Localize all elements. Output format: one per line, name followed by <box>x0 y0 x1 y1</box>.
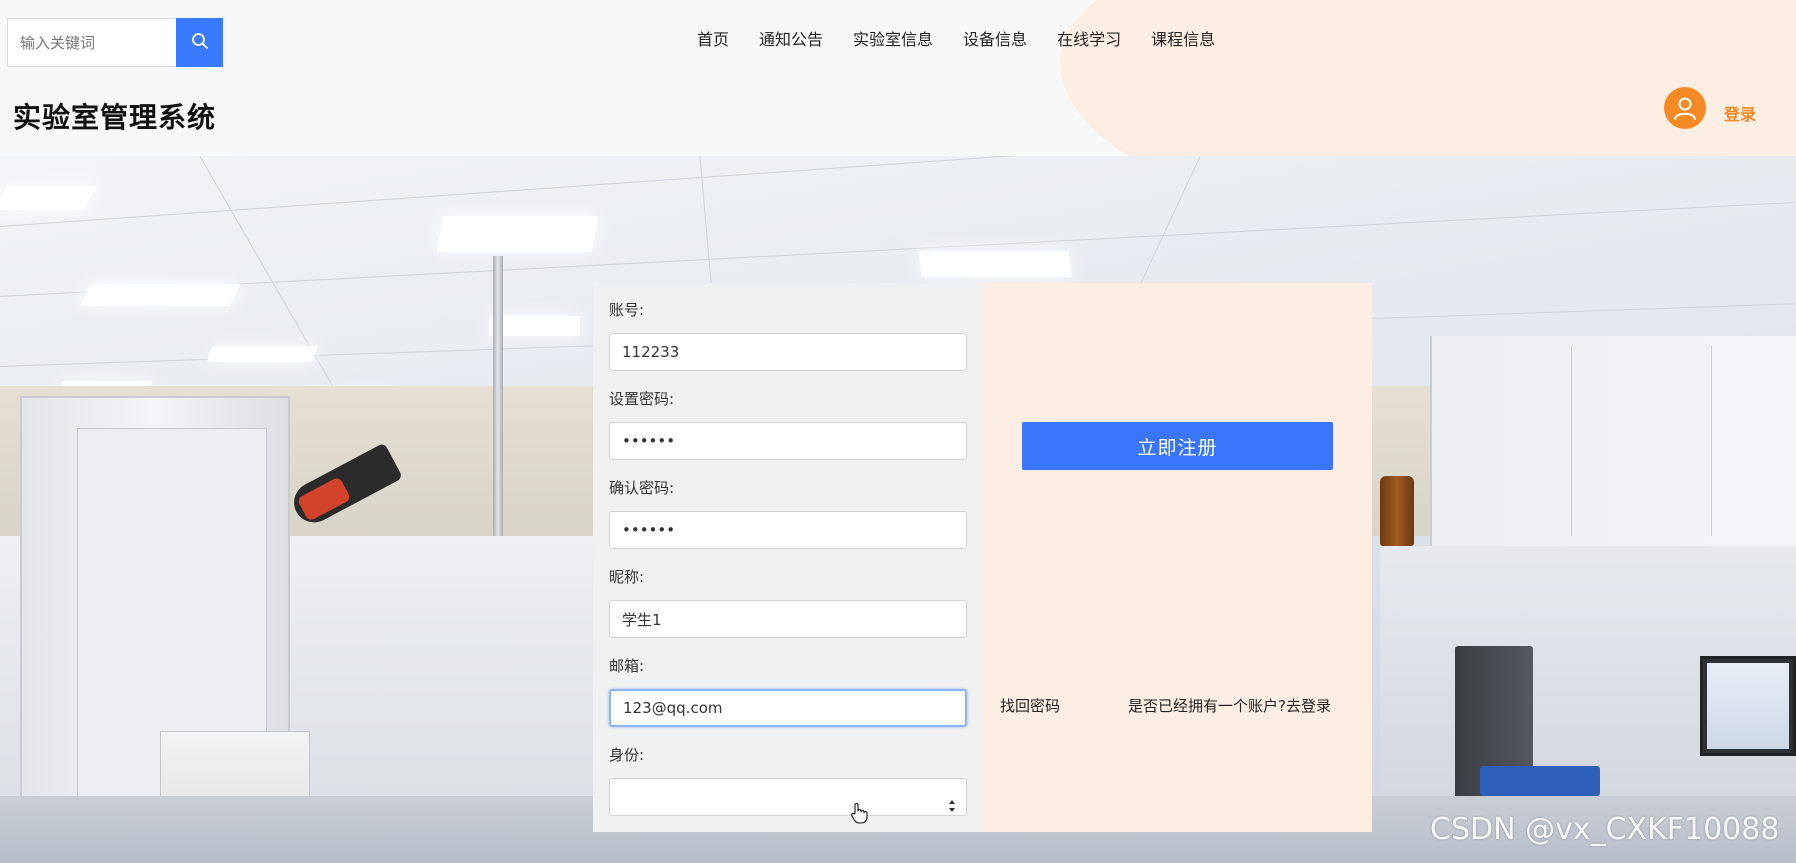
search-input[interactable] <box>7 18 176 67</box>
cabinet-door <box>1712 346 1796 536</box>
nickname-label: 昵称: <box>609 568 645 586</box>
register-form: 账号: 设置密码: 确认密码: 昵称: 邮箱: 身份: <box>593 283 983 832</box>
forgot-password-link[interactable]: 找回密码 <box>1000 695 1060 716</box>
ceiling-light <box>79 284 241 306</box>
cabinet-door <box>1432 346 1572 536</box>
role-label: 身份: <box>609 746 645 764</box>
password-input[interactable] <box>609 422 967 460</box>
search-box <box>7 18 223 67</box>
search-button[interactable] <box>176 18 223 67</box>
register-actions: 立即注册 找回密码 是否已经拥有一个账户?去登录 <box>983 283 1372 832</box>
monitor-screen <box>1707 663 1789 749</box>
email-label: 邮箱: <box>609 657 645 675</box>
email-input[interactable] <box>609 689 967 727</box>
nav-item-lab-info[interactable]: 实验室信息 <box>853 26 933 50</box>
ceiling-light <box>207 346 318 362</box>
ceiling-light <box>918 251 1072 277</box>
register-panel: 账号: 设置密码: 确认密码: 昵称: 邮箱: 身份: <box>593 283 1372 832</box>
login-link[interactable]: 登录 <box>1724 101 1756 125</box>
lab-device <box>1480 766 1600 796</box>
password-label: 设置密码: <box>609 390 675 408</box>
user-avatar-icon[interactable] <box>1664 87 1706 129</box>
hand-cursor-icon <box>850 801 868 837</box>
nav-item-notices[interactable]: 通知公告 <box>759 26 823 50</box>
wall-cabinets <box>1430 336 1796 546</box>
watermark: CSDN @vx_CXKF10088 <box>1430 812 1780 847</box>
site-title: 实验室管理系统 <box>13 101 217 134</box>
reagent-bottle <box>1380 476 1414 546</box>
go-login-link[interactable]: 是否已经拥有一个账户?去登录 <box>1128 695 1331 716</box>
nav-item-online-learning[interactable]: 在线学习 <box>1057 26 1121 50</box>
confirm-password-label: 确认密码: <box>609 479 675 497</box>
role-select[interactable] <box>609 778 967 824</box>
account-input[interactable] <box>609 333 967 371</box>
nav-item-equipment-info[interactable]: 设备信息 <box>963 26 1027 50</box>
main-nav: 首页 通知公告 实验室信息 设备信息 在线学习 课程信息 <box>697 26 1245 50</box>
nav-item-home[interactable]: 首页 <box>697 26 729 50</box>
select-arrows-icon <box>948 790 956 812</box>
ceiling-light <box>490 316 580 336</box>
account-label: 账号: <box>609 301 645 319</box>
top-header: 首页 通知公告 实验室信息 设备信息 在线学习 课程信息 实验室管理系统 登录 <box>0 0 1796 156</box>
register-button[interactable]: 立即注册 <box>1022 422 1333 470</box>
search-icon <box>191 32 209 53</box>
cabinet-door <box>1572 346 1712 536</box>
header-decoration <box>1060 0 1796 156</box>
nav-item-course-info[interactable]: 课程信息 <box>1151 26 1215 50</box>
computer-monitor <box>1700 656 1796 756</box>
nickname-input[interactable] <box>609 600 967 638</box>
ceiling-light <box>0 186 97 210</box>
ceiling-light <box>436 216 599 252</box>
confirm-password-input[interactable] <box>609 511 967 549</box>
